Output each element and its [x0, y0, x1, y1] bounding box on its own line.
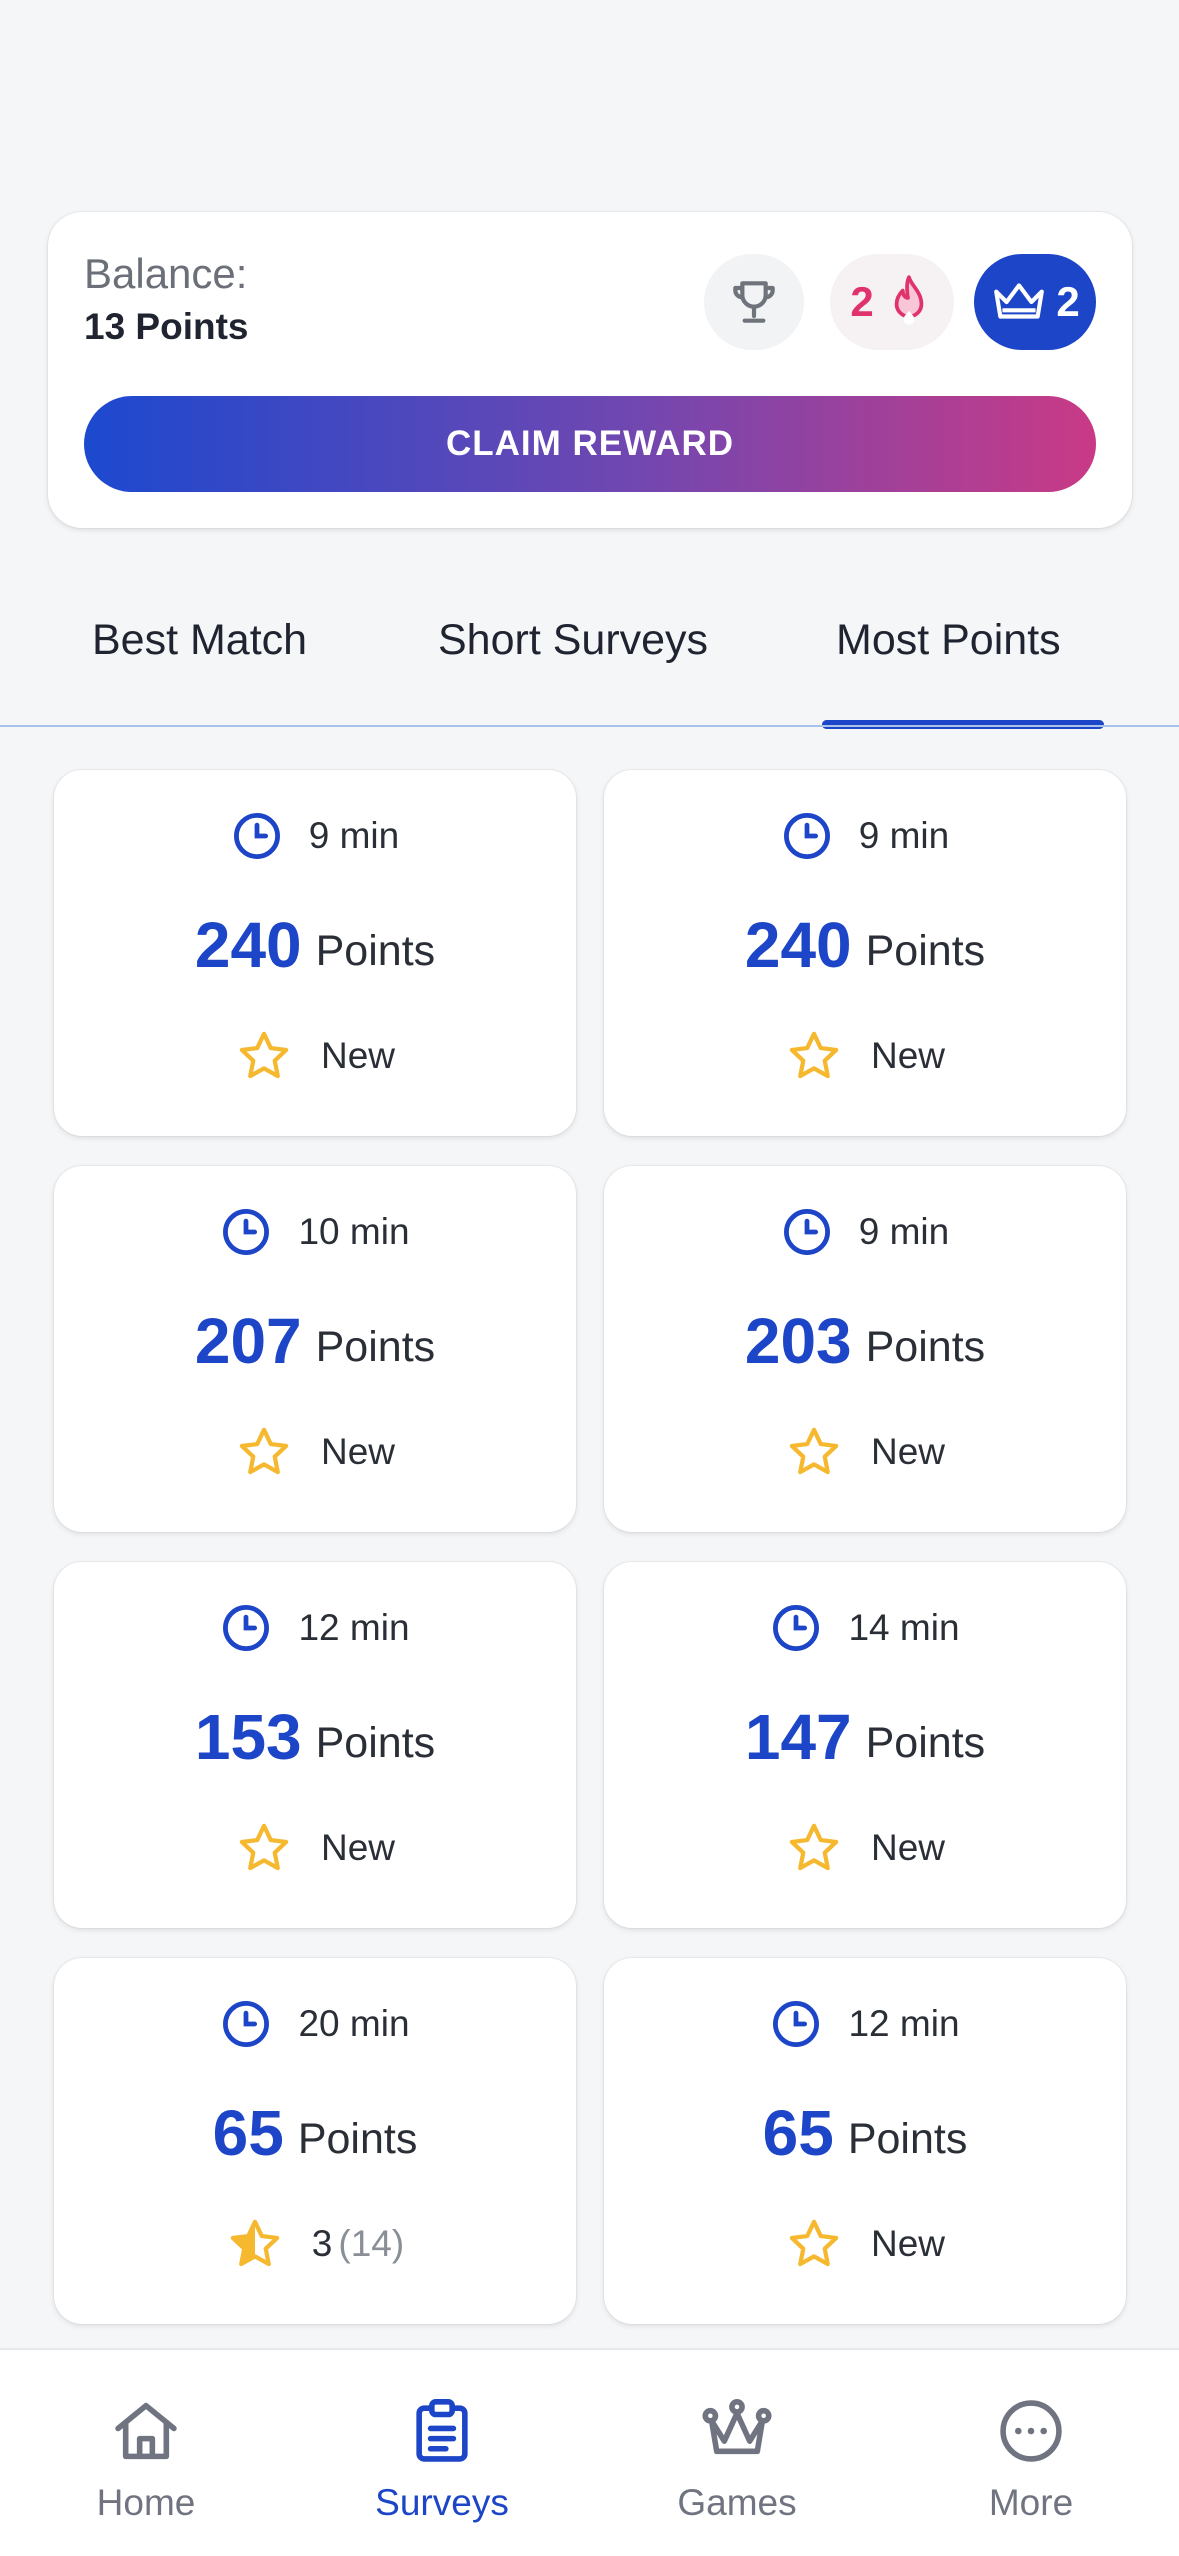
survey-status: New: [320, 1827, 396, 1868]
crown-icon: [702, 2399, 772, 2455]
tab-most-points[interactable]: Most Points: [836, 616, 1061, 665]
survey-duration: 9 min: [308, 815, 400, 856]
streak-badge[interactable]: 2: [830, 254, 954, 350]
bottom-nav: Home Surveys Games More: [0, 2348, 1179, 2556]
clock-icon: [783, 813, 830, 859]
points-label: Points: [315, 926, 436, 975]
home-icon: [115, 2402, 177, 2460]
star-outline-icon: [239, 1427, 289, 1475]
nav-more[interactable]: More: [921, 2398, 1141, 2548]
star-outline-icon: [789, 2219, 839, 2267]
survey-duration: 12 min: [298, 1607, 410, 1648]
flame-icon: [894, 275, 923, 325]
clipboard-icon: [416, 2399, 468, 2462]
survey-points: 65: [762, 2097, 834, 2169]
survey-points: 147: [744, 1701, 852, 1773]
survey-card[interactable]: 20 min 65 Points 3 (14): [54, 1958, 576, 2324]
survey-duration: 9 min: [858, 815, 950, 856]
nav-home-label: Home: [96, 2482, 196, 2523]
survey-card[interactable]: 12 min 65 Points New: [604, 1958, 1126, 2324]
nav-games-label: Games: [677, 2482, 797, 2523]
clock-icon: [223, 1209, 270, 1255]
survey-duration: 14 min: [848, 1607, 960, 1648]
survey-card[interactable]: 9 min 240 Points New: [54, 770, 576, 1136]
nav-more-label: More: [988, 2482, 1074, 2523]
survey-card[interactable]: 10 min 207 Points New: [54, 1166, 576, 1532]
nav-games[interactable]: Games: [627, 2398, 847, 2548]
survey-rating: 3: [311, 2223, 333, 2264]
survey-status: New: [870, 2223, 946, 2264]
clock-icon: [233, 813, 280, 859]
survey-points: 203: [744, 1305, 852, 1377]
nav-surveys-label: Surveys: [375, 2482, 509, 2523]
survey-rating-count: (14): [338, 2223, 405, 2264]
clock-icon: [223, 1605, 270, 1651]
survey-status: New: [320, 1035, 396, 1076]
points-label: Points: [315, 1322, 436, 1371]
crown-badge[interactable]: 2: [974, 254, 1096, 350]
survey-status: New: [870, 1035, 946, 1076]
survey-status: New: [870, 1827, 946, 1868]
survey-card[interactable]: 9 min 240 Points New: [604, 770, 1126, 1136]
crown-count: 2: [1056, 278, 1080, 325]
clock-icon: [783, 1209, 830, 1255]
star-outline-icon: [789, 1427, 839, 1475]
tab-best-match[interactable]: Best Match: [92, 616, 307, 665]
survey-card[interactable]: 9 min 203 Points New: [604, 1166, 1126, 1532]
star-outline-icon: [789, 1031, 839, 1079]
points-label: Points: [847, 2114, 968, 2163]
tabs-divider: [0, 725, 1179, 727]
survey-duration: 20 min: [298, 2003, 410, 2044]
trophy-badge[interactable]: [704, 254, 804, 350]
crown-icon: [994, 283, 1045, 319]
clock-icon: [223, 2001, 270, 2047]
points-label: Points: [865, 926, 986, 975]
star-outline-icon: [239, 1031, 289, 1079]
trophy-icon: [733, 281, 775, 323]
balance-value: 13 Points: [84, 306, 249, 347]
survey-status: New: [870, 1431, 946, 1472]
survey-card[interactable]: 14 min 147 Points New: [604, 1562, 1126, 1928]
nav-surveys[interactable]: Surveys: [332, 2398, 552, 2548]
clock-icon: [773, 1605, 820, 1651]
survey-duration: 9 min: [858, 1211, 950, 1252]
survey-points: 240: [744, 909, 852, 981]
balance-label: Balance:: [84, 250, 248, 297]
survey-status: New: [320, 1431, 396, 1472]
star-outline-icon: [789, 1823, 839, 1871]
star-half-icon: [230, 2219, 280, 2267]
survey-tabs: Best Match Short Surveys Most Points: [0, 590, 1179, 730]
points-label: Points: [315, 1718, 436, 1767]
streak-count: 2: [850, 278, 874, 325]
claim-reward-button[interactable]: CLAIM REWARD: [84, 396, 1096, 492]
survey-points: 207: [194, 1305, 302, 1377]
survey-duration: 12 min: [848, 2003, 960, 2044]
tab-short-surveys[interactable]: Short Surveys: [438, 616, 708, 665]
survey-duration: 10 min: [298, 1211, 410, 1252]
clock-icon: [773, 2001, 820, 2047]
star-outline-icon: [239, 1823, 289, 1871]
balance-card: Balance: 13 Points 2 2 CLAIM REWARD: [48, 212, 1132, 528]
survey-points: 240: [194, 909, 302, 981]
surveys-screen: Balance: 13 Points 2 2 CLAIM REWARD Best…: [0, 0, 1179, 2556]
survey-card[interactable]: 12 min 153 Points New: [54, 1562, 576, 1928]
points-label: Points: [865, 1322, 986, 1371]
more-icon: [1000, 2400, 1062, 2462]
survey-points: 65: [212, 2097, 284, 2169]
points-label: Points: [297, 2114, 418, 2163]
nav-home[interactable]: Home: [36, 2398, 256, 2548]
survey-points: 153: [194, 1701, 302, 1773]
points-label: Points: [865, 1718, 986, 1767]
